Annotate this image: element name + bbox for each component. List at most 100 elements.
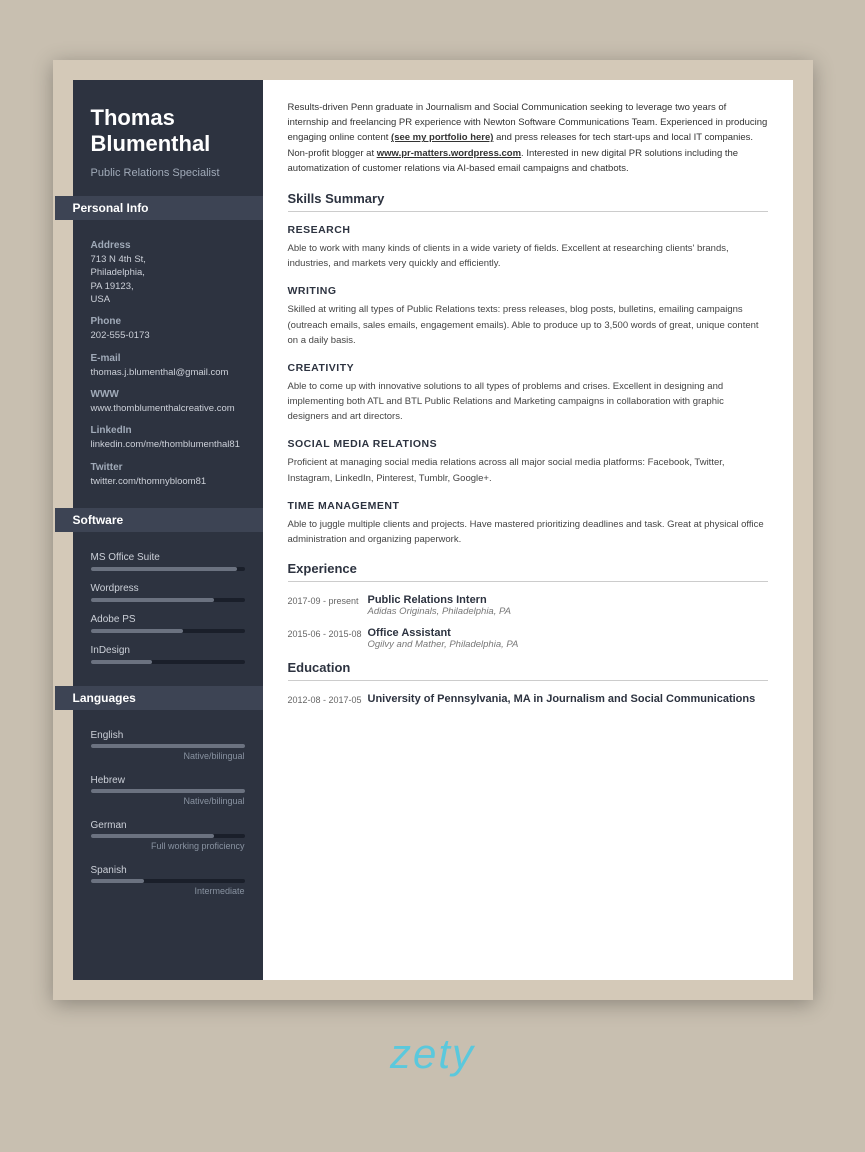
- language-item: Spanish Intermediate: [91, 865, 245, 896]
- skill-bar-fill: [91, 598, 214, 602]
- language-bar-fill: [91, 744, 245, 748]
- summary-text: Results-driven Penn graduate in Journali…: [288, 100, 768, 176]
- twitter-value: twitter.com/thomnybloom81: [91, 475, 245, 488]
- candidate-title: Public Relations Specialist: [91, 166, 245, 181]
- zety-brand: zety: [390, 1030, 475, 1078]
- exp-detail: Office Assistant Ogilvy and Mather, Phil…: [368, 627, 768, 650]
- skill-bar-fill: [91, 567, 237, 571]
- language-name: Hebrew: [91, 775, 245, 786]
- phone-item: Phone 202-555-0173: [91, 316, 245, 342]
- language-name: Spanish: [91, 865, 245, 876]
- main-content: Results-driven Penn graduate in Journali…: [263, 80, 793, 980]
- email-item: E-mail thomas.j.blumenthal@gmail.com: [91, 353, 245, 379]
- exp-company: Adidas Originals, Philadelphia, PA: [368, 606, 768, 617]
- exp-title: Office Assistant: [368, 627, 768, 639]
- address-item: Address 713 N 4th St,Philadelphia,PA 191…: [91, 240, 245, 306]
- language-bar-fill: [91, 879, 145, 883]
- linkedin-label: LinkedIn: [91, 425, 245, 436]
- language-bar-bg: [91, 789, 245, 793]
- twitter-label: Twitter: [91, 462, 245, 473]
- skill-name: MS Office Suite: [91, 552, 245, 563]
- languages-section: English Native/bilingual Hebrew Native/b…: [73, 720, 263, 920]
- main-skill-section: CREATIVITY Able to come up with innovati…: [288, 362, 768, 425]
- skill-item: Wordpress: [91, 583, 245, 602]
- skill-bar-bg: [91, 567, 245, 571]
- language-item: Hebrew Native/bilingual: [91, 775, 245, 806]
- candidate-name: Thomas Blumenthal: [91, 105, 245, 158]
- skill-bar-bg: [91, 598, 245, 602]
- software-heading: Software: [55, 508, 281, 532]
- education-heading: Education: [288, 660, 768, 681]
- language-level: Intermediate: [91, 886, 245, 896]
- skill-bar-bg: [91, 629, 245, 633]
- language-bar-fill: [91, 789, 245, 793]
- main-skill-section: WRITING Skilled at writing all types of …: [288, 285, 768, 348]
- skills-main-container: RESEARCH Able to work with many kinds of…: [288, 224, 768, 547]
- blog-link[interactable]: www.pr-matters.wordpress.com: [377, 148, 521, 159]
- language-bar-bg: [91, 879, 245, 883]
- portfolio-link[interactable]: (see my portfolio here): [391, 132, 493, 143]
- edu-detail: University of Pennsylvania, MA in Journa…: [368, 693, 768, 707]
- languages-heading: Languages: [55, 686, 281, 710]
- linkedin-item: LinkedIn linkedin.com/me/thomblumenthal8…: [91, 425, 245, 451]
- skill-item: Adobe PS: [91, 614, 245, 633]
- personal-info-section: Address 713 N 4th St,Philadelphia,PA 191…: [73, 230, 263, 508]
- language-level: Full working proficiency: [91, 841, 245, 851]
- language-item: English Native/bilingual: [91, 730, 245, 761]
- experience-container: 2017-09 - present Public Relations Inter…: [288, 594, 768, 650]
- edu-date: 2012-08 - 2017-05: [288, 693, 368, 707]
- main-skill-desc: Able to come up with innovative solution…: [288, 379, 768, 425]
- language-level: Native/bilingual: [91, 796, 245, 806]
- email-label: E-mail: [91, 353, 245, 364]
- www-value: www.thomblumenthalcreative.com: [91, 402, 245, 415]
- twitter-item: Twitter twitter.com/thomnybloom81: [91, 462, 245, 488]
- experience-item: 2017-09 - present Public Relations Inter…: [288, 594, 768, 617]
- exp-date: 2015-06 - 2015-08: [288, 627, 368, 650]
- phone-value: 202-555-0173: [91, 329, 245, 342]
- language-name: German: [91, 820, 245, 831]
- language-bar-fill: [91, 834, 214, 838]
- skill-bar-bg: [91, 660, 245, 664]
- main-skill-section: TIME MANAGEMENT Able to juggle multiple …: [288, 500, 768, 547]
- language-item: German Full working proficiency: [91, 820, 245, 851]
- education-item: 2012-08 - 2017-05 University of Pennsylv…: [288, 693, 768, 707]
- address-value: 713 N 4th St,Philadelphia,PA 19123,USA: [91, 253, 245, 306]
- skill-item: InDesign: [91, 645, 245, 664]
- email-value: thomas.j.blumenthal@gmail.com: [91, 366, 245, 379]
- main-skill-desc: Skilled at writing all types of Public R…: [288, 302, 768, 348]
- main-skill-heading: TIME MANAGEMENT: [288, 500, 768, 512]
- main-skill-desc: Able to juggle multiple clients and proj…: [288, 517, 768, 547]
- resume: Thomas Blumenthal Public Relations Speci…: [73, 80, 793, 980]
- language-bar-bg: [91, 834, 245, 838]
- sidebar-header: Thomas Blumenthal Public Relations Speci…: [73, 80, 263, 196]
- exp-detail: Public Relations Intern Adidas Originals…: [368, 594, 768, 617]
- personal-info-heading: Personal Info: [55, 196, 281, 220]
- skill-bar-fill: [91, 660, 153, 664]
- www-label: WWW: [91, 389, 245, 400]
- phone-label: Phone: [91, 316, 245, 327]
- language-name: English: [91, 730, 245, 741]
- address-label: Address: [91, 240, 245, 251]
- main-skill-section: SOCIAL MEDIA RELATIONS Proficient at man…: [288, 438, 768, 485]
- experience-heading: Experience: [288, 561, 768, 582]
- edu-title: University of Pennsylvania, MA in Journa…: [368, 693, 768, 705]
- skills-summary-heading: Skills Summary: [288, 191, 768, 212]
- skill-name: Wordpress: [91, 583, 245, 594]
- main-skill-heading: WRITING: [288, 285, 768, 297]
- language-level: Native/bilingual: [91, 751, 245, 761]
- main-skill-section: RESEARCH Able to work with many kinds of…: [288, 224, 768, 271]
- main-skill-heading: SOCIAL MEDIA RELATIONS: [288, 438, 768, 450]
- skill-item: MS Office Suite: [91, 552, 245, 571]
- linkedin-value: linkedin.com/me/thomblumenthal81: [91, 438, 245, 451]
- language-bar-bg: [91, 744, 245, 748]
- main-skill-desc: Proficient at managing social media rela…: [288, 455, 768, 485]
- skill-name: Adobe PS: [91, 614, 245, 625]
- education-container: 2012-08 - 2017-05 University of Pennsylv…: [288, 693, 768, 707]
- www-item: WWW www.thomblumenthalcreative.com: [91, 389, 245, 415]
- skill-bar-fill: [91, 629, 183, 633]
- software-section: MS Office Suite Wordpress Adobe PS InDes…: [73, 542, 263, 686]
- exp-date: 2017-09 - present: [288, 594, 368, 617]
- main-skill-desc: Able to work with many kinds of clients …: [288, 241, 768, 271]
- exp-title: Public Relations Intern: [368, 594, 768, 606]
- page-wrapper: Thomas Blumenthal Public Relations Speci…: [53, 60, 813, 1000]
